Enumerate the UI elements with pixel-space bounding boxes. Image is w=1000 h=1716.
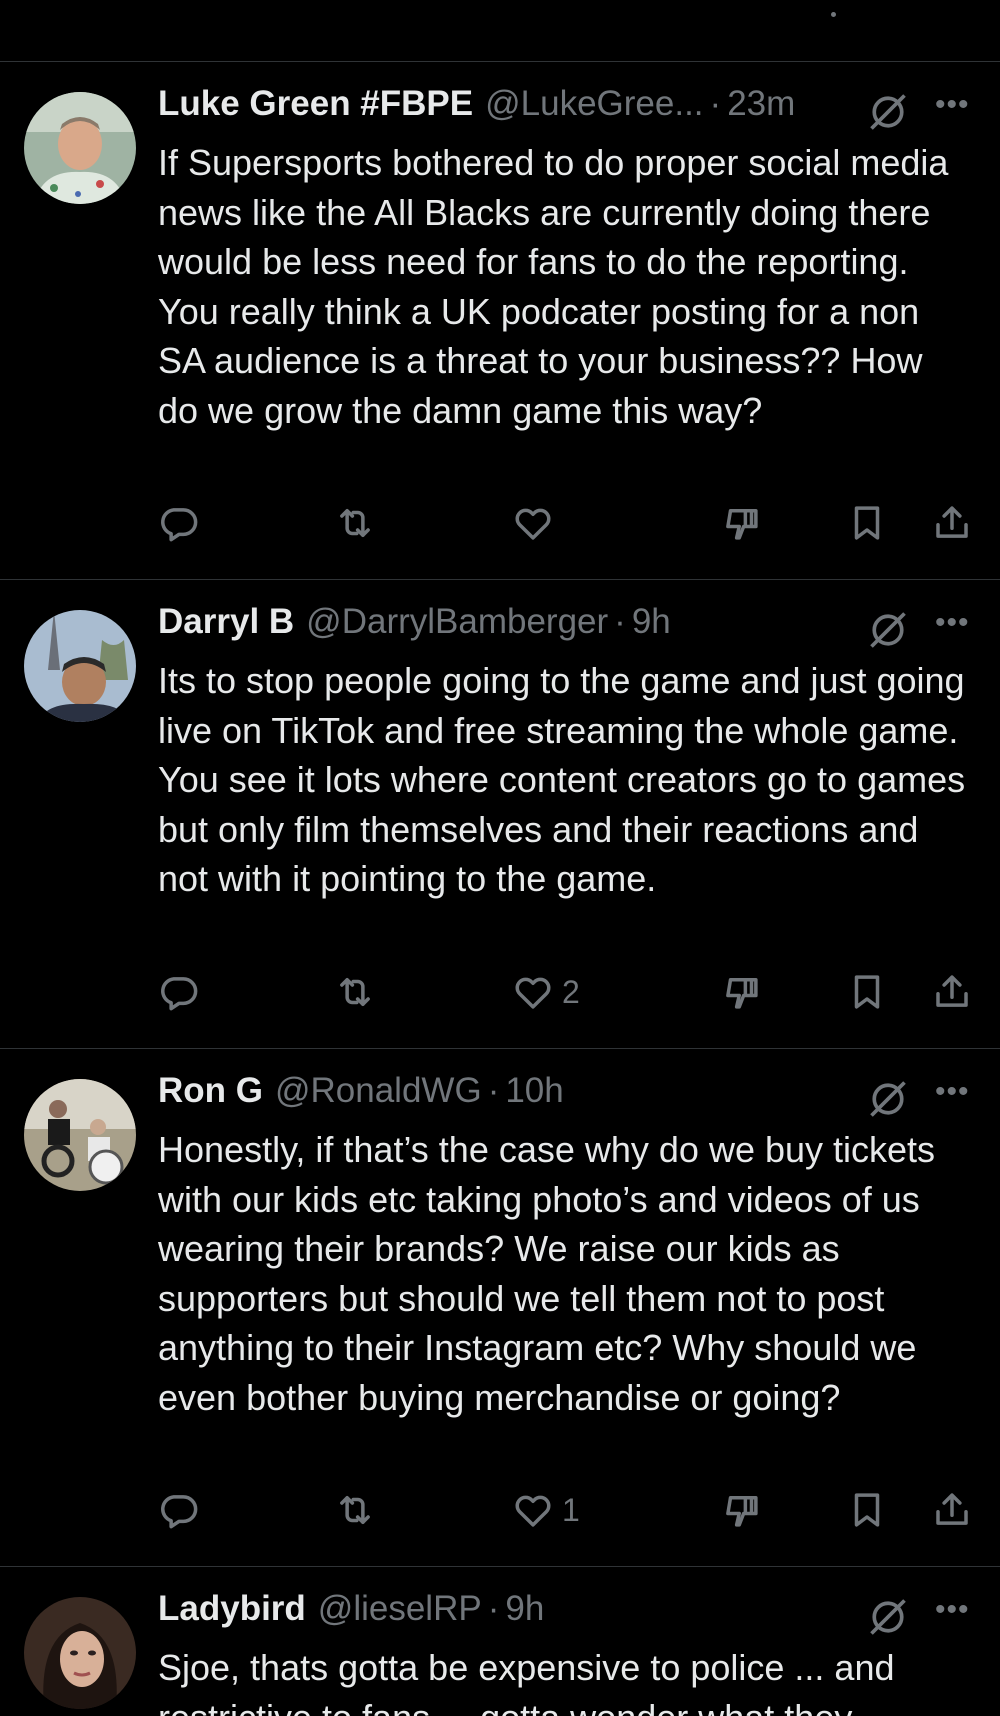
like-button[interactable]: 2: [512, 969, 580, 1015]
avatar[interactable]: [24, 92, 136, 204]
user-handle[interactable]: @DarrylBamberger: [306, 602, 608, 642]
reply-tweet[interactable]: Darryl B @DarrylBamberger · 9h ••• Its t…: [0, 580, 1000, 1049]
action-bar: 2: [158, 969, 988, 1015]
bookmark-icon: [846, 502, 888, 544]
more-icon[interactable]: •••: [935, 1075, 970, 1109]
top-bar: [0, 0, 1000, 62]
more-icon[interactable]: •••: [935, 88, 970, 122]
user-handle[interactable]: @LukeGree...: [485, 84, 703, 124]
reply-icon: [158, 971, 200, 1013]
reply-icon: [158, 1489, 200, 1531]
retweet-button[interactable]: [334, 500, 376, 546]
tweet-text: If Supersports bothered to do proper soc…: [158, 142, 949, 431]
timestamp[interactable]: 9h: [505, 1589, 544, 1629]
reply-tweet[interactable]: Luke Green #FBPE @LukeGree... · 23m ••• …: [0, 62, 1000, 580]
display-name[interactable]: Ron G: [158, 1071, 263, 1111]
reply-tweet[interactable]: Ron G @RonaldWG · 10h ••• Honestly, if t…: [0, 1049, 1000, 1567]
timestamp[interactable]: 9h: [632, 602, 671, 642]
downvote-icon: [720, 971, 762, 1013]
separator: ·: [487, 1071, 500, 1110]
like-button[interactable]: 1: [512, 1487, 580, 1533]
separator: ·: [709, 84, 722, 123]
separator: ·: [487, 1589, 500, 1628]
downvote-button[interactable]: [720, 1487, 762, 1533]
retweet-button[interactable]: [334, 1487, 376, 1533]
action-bar: [158, 500, 988, 546]
grok-icon[interactable]: [866, 1077, 910, 1121]
heart-icon: [512, 502, 554, 544]
share-button[interactable]: [931, 969, 973, 1015]
like-count: 2: [562, 973, 580, 1010]
timestamp[interactable]: 23m: [727, 84, 795, 124]
bookmark-icon: [846, 971, 888, 1013]
share-icon: [931, 971, 973, 1013]
tweet-header: Ladybird @lieselRP · 9h: [158, 1589, 544, 1637]
tweet-text: Honestly, if that’s the case why do we b…: [158, 1129, 936, 1418]
grok-icon[interactable]: [866, 608, 910, 652]
user-handle[interactable]: @RonaldWG: [275, 1071, 482, 1111]
downvote-icon: [720, 1489, 762, 1531]
downvote-icon: [720, 502, 762, 544]
separator: ·: [614, 602, 626, 641]
grok-icon[interactable]: [866, 1595, 910, 1639]
bookmark-button[interactable]: [846, 1487, 888, 1533]
avatar[interactable]: [24, 610, 136, 722]
retweet-icon: [334, 502, 376, 544]
grok-icon[interactable]: [866, 90, 910, 134]
bookmark-button[interactable]: [846, 969, 888, 1015]
display-name[interactable]: Luke Green #FBPE: [158, 84, 473, 124]
retweet-icon: [334, 1489, 376, 1531]
share-button[interactable]: [931, 500, 973, 546]
reply-tweet[interactable]: Ladybird @lieselRP · 9h ••• Sjoe, thats …: [0, 1567, 1000, 1716]
heart-icon: [512, 1489, 554, 1531]
avatar[interactable]: [24, 1079, 136, 1191]
heart-icon: [512, 971, 554, 1013]
downvote-button[interactable]: [720, 969, 762, 1015]
status-dot: [831, 12, 836, 17]
like-button[interactable]: [512, 500, 562, 546]
share-icon: [931, 1489, 973, 1531]
user-handle[interactable]: @lieselRP: [318, 1589, 482, 1629]
share-icon: [931, 502, 973, 544]
tweet-header: Darryl B @DarrylBamberger · 9h: [158, 602, 671, 650]
tweet-text: Sjoe, thats gotta be expensive to police…: [158, 1647, 895, 1716]
more-icon[interactable]: •••: [935, 1593, 970, 1627]
reply-button[interactable]: [158, 1487, 200, 1533]
tweet-header: Luke Green #FBPE @LukeGree... · 23m: [158, 84, 795, 132]
display-name[interactable]: Ladybird: [158, 1589, 306, 1629]
reply-button[interactable]: [158, 969, 200, 1015]
display-name[interactable]: Darryl B: [158, 602, 294, 642]
tweet-header: Ron G @RonaldWG · 10h: [158, 1071, 564, 1119]
retweet-button[interactable]: [334, 969, 376, 1015]
timestamp[interactable]: 10h: [505, 1071, 563, 1111]
tweet-text: Its to stop people going to the game and…: [158, 660, 966, 899]
bookmark-icon: [846, 1489, 888, 1531]
retweet-icon: [334, 971, 376, 1013]
like-count: 1: [562, 1491, 580, 1528]
action-bar: 1: [158, 1487, 988, 1533]
reply-icon: [158, 502, 200, 544]
more-icon[interactable]: •••: [935, 606, 970, 640]
reply-button[interactable]: [158, 500, 200, 546]
share-button[interactable]: [931, 1487, 973, 1533]
downvote-button[interactable]: [720, 500, 762, 546]
bookmark-button[interactable]: [846, 500, 888, 546]
avatar[interactable]: [24, 1597, 136, 1709]
